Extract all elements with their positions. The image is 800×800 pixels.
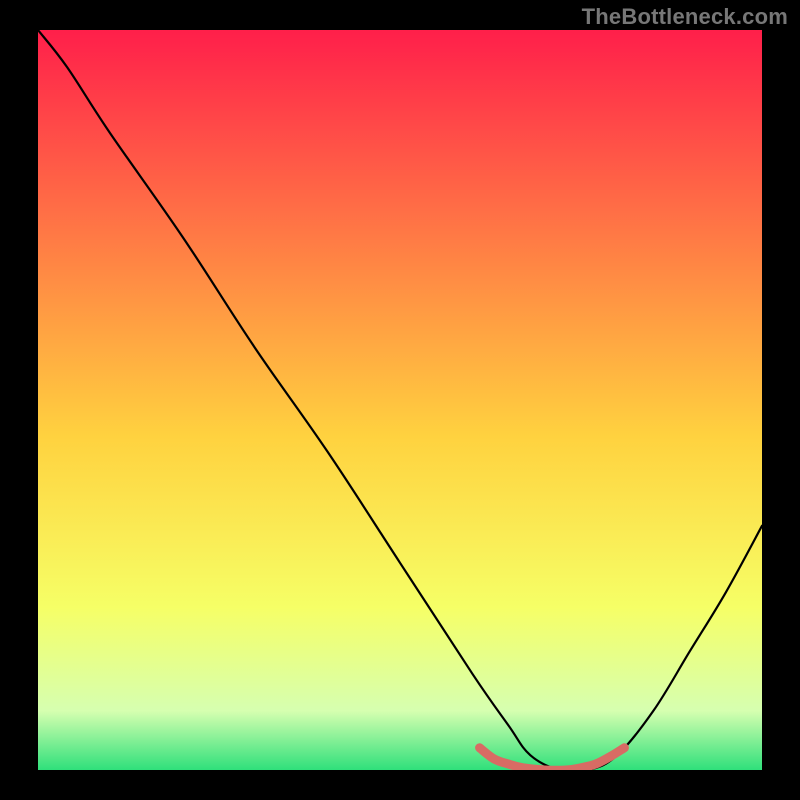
chart-container: TheBottleneck.com xyxy=(0,0,800,800)
watermark-label: TheBottleneck.com xyxy=(582,4,788,30)
bottleneck-chart xyxy=(0,0,800,800)
chart-gradient-bg xyxy=(38,30,762,770)
